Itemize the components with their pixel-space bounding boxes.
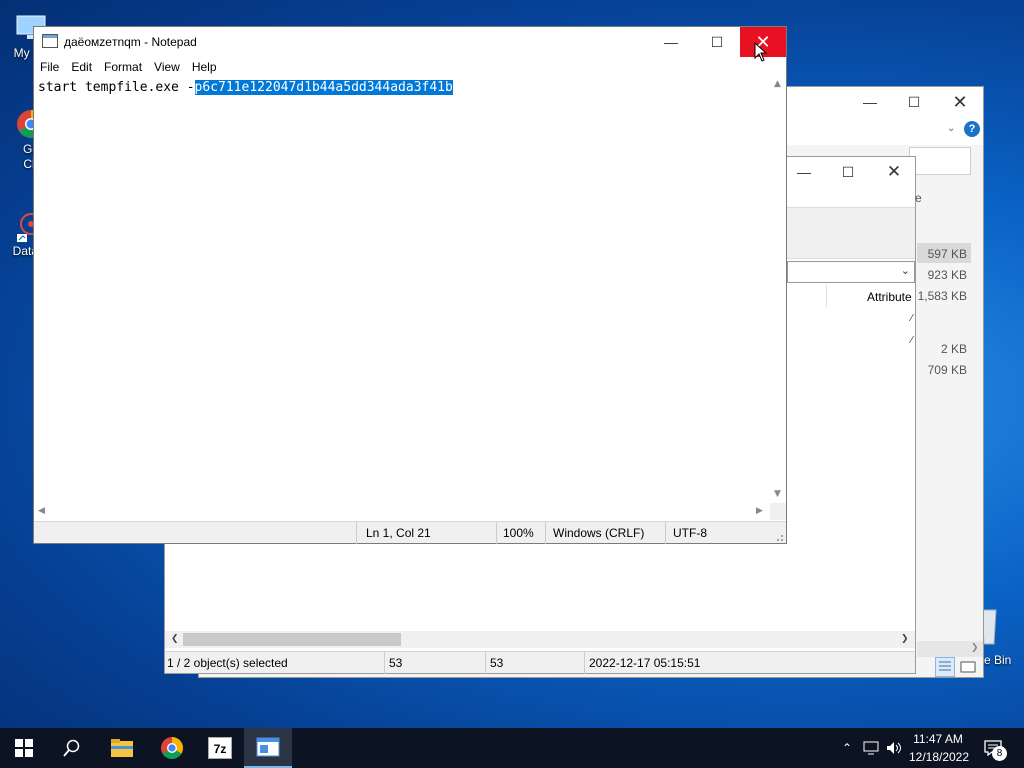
details-view-icon[interactable]: [935, 657, 955, 677]
status-divider: [665, 522, 666, 544]
dropdown-chevron-icon: ⌄: [900, 265, 910, 277]
status-divider: [584, 652, 585, 674]
show-hidden-icons-chevron-icon[interactable]: ⌃: [838, 728, 856, 768]
taskbar-notepad-active[interactable]: [244, 728, 292, 768]
network-icon[interactable]: [861, 728, 881, 768]
scroll-right-arrow-icon[interactable]: ▶: [756, 506, 763, 516]
notepad-status-bar: Ln 1, Col 21 100% Windows (CRLF) UTF-8: [34, 521, 786, 544]
windows-logo-icon: [15, 739, 33, 757]
menu-file[interactable]: File: [34, 60, 65, 74]
file-explorer-icon: [111, 739, 133, 757]
notepad-app-icon: [42, 34, 58, 48]
line-ending: Windows (CRLF): [553, 526, 645, 540]
back-scroll-right-arrow-icon[interactable]: ❯: [971, 643, 979, 653]
chrome-icon: [161, 737, 183, 759]
help-icon[interactable]: ?: [964, 121, 980, 137]
cursor-position: Ln 1, Col 21: [366, 526, 431, 540]
attribute-cell: ⁄: [911, 335, 913, 346]
scrollbar-corner: [770, 503, 786, 520]
path-dropdown[interactable]: ⌄: [787, 261, 915, 283]
middle-maximize-button[interactable]: ☐: [825, 157, 871, 187]
status-divider: [545, 522, 546, 544]
taskbar-chrome[interactable]: [148, 728, 196, 768]
back-size-3: 1,583 KB: [917, 289, 967, 303]
notepad-title: даёомzeтnqm - Notepad: [64, 35, 197, 49]
large-icons-view-icon[interactable]: [959, 659, 977, 675]
middle-close-button[interactable]: ✕: [871, 157, 917, 187]
middle-status-bar: 1 / 2 object(s) selected 53 53 2022-12-1…: [165, 651, 915, 674]
notepad-titlebar[interactable]: даёомzeтnqm - Notepad — ☐ ✕: [34, 27, 786, 57]
middle-partial-label: e: [915, 191, 922, 205]
middle-scroll-left-arrow-icon[interactable]: ❮: [171, 634, 179, 644]
notification-center-button[interactable]: 8: [976, 728, 1010, 768]
menu-view[interactable]: View: [148, 60, 186, 74]
back-minimize-button[interactable]: —: [847, 87, 893, 117]
status-divider: [384, 652, 385, 674]
back-size-2: 923 KB: [927, 268, 967, 282]
attribute-cell: ⁄: [911, 313, 913, 324]
back-close-button[interactable]: ✕: [937, 87, 983, 117]
back-size-5: 709 KB: [927, 363, 967, 377]
status-divider: [356, 522, 357, 544]
back-maximize-button[interactable]: ☐: [891, 87, 937, 117]
text-selection: p6c711e122047d1b44a5dd344ada3f41b: [194, 80, 453, 95]
notepad-horizontal-scrollbar[interactable]: ◀ ▶: [34, 503, 770, 520]
middle-scroll-right-arrow-icon[interactable]: ❯: [901, 634, 909, 644]
start-button[interactable]: [0, 728, 48, 768]
notepad-maximize-button[interactable]: ☐: [694, 27, 740, 57]
clock-time[interactable]: 11:47 AM: [910, 732, 966, 746]
recycle-bin-label: e Bin: [984, 653, 1012, 667]
middle-horizontal-scrollbar[interactable]: [165, 631, 915, 648]
ribbon-expand-chevron-icon[interactable]: ⌄: [947, 123, 955, 134]
menu-help[interactable]: Help: [186, 60, 223, 74]
selection-status: 1 / 2 object(s) selected: [167, 656, 288, 670]
resize-grip-icon[interactable]: [772, 530, 784, 542]
back-size-1: 597 KB: [927, 247, 967, 261]
status-date: 2022-12-17 05:15:51: [589, 656, 701, 670]
search-icon: [63, 739, 80, 757]
column-divider: [826, 285, 827, 307]
notepad-menu-bar: File Edit Format View Help: [34, 57, 786, 77]
middle-caption-area: — ☐ ✕: [787, 157, 915, 187]
column-header-attribute[interactable]: Attribute: [867, 290, 912, 304]
encoding: UTF-8: [673, 526, 707, 540]
status-divider: [496, 522, 497, 544]
notepad-minimize-button[interactable]: —: [648, 27, 694, 57]
taskbar-file-explorer[interactable]: [98, 728, 146, 768]
clock-date[interactable]: 12/18/2022: [906, 750, 972, 764]
notepad-text-line: start tempfile.exe -p6c711e122047d1b44a5…: [34, 77, 770, 98]
status-size-1: 53: [389, 656, 403, 670]
mouse-cursor-icon: [754, 41, 768, 62]
search-button[interactable]: [48, 728, 96, 768]
middle-scrollbar-thumb[interactable]: [183, 633, 401, 646]
back-size-4: 2 KB: [940, 342, 967, 356]
status-divider: [485, 652, 486, 674]
scroll-left-arrow-icon[interactable]: ◀: [38, 506, 45, 516]
scroll-down-arrow-icon[interactable]: ▼: [774, 489, 781, 499]
zoom-level: 100%: [503, 526, 534, 540]
notification-count-badge: 8: [992, 746, 1007, 761]
middle-ribbon: [787, 207, 915, 259]
taskbar-7zip[interactable]: 7z: [196, 728, 244, 768]
menu-edit[interactable]: Edit: [65, 60, 98, 74]
notepad-active-icon: [256, 737, 280, 757]
menu-format[interactable]: Format: [98, 60, 148, 74]
notepad-text-area[interactable]: start tempfile.exe -p6c711e122047d1b44a5…: [34, 77, 770, 503]
notepad-window: даёомzeтnqm - Notepad — ☐ ✕ File Edit Fo…: [33, 26, 787, 544]
back-search-input[interactable]: [909, 147, 971, 175]
status-size-2: 53: [490, 656, 504, 670]
text-unselected: start tempfile.exe -: [38, 80, 195, 95]
7zip-icon: 7z: [208, 737, 232, 759]
middle-minimize-button[interactable]: —: [781, 157, 827, 187]
notepad-vertical-scrollbar[interactable]: ▲ ▼: [770, 77, 786, 503]
scroll-up-arrow-icon[interactable]: ▲: [774, 79, 781, 89]
volume-icon[interactable]: [884, 728, 904, 768]
